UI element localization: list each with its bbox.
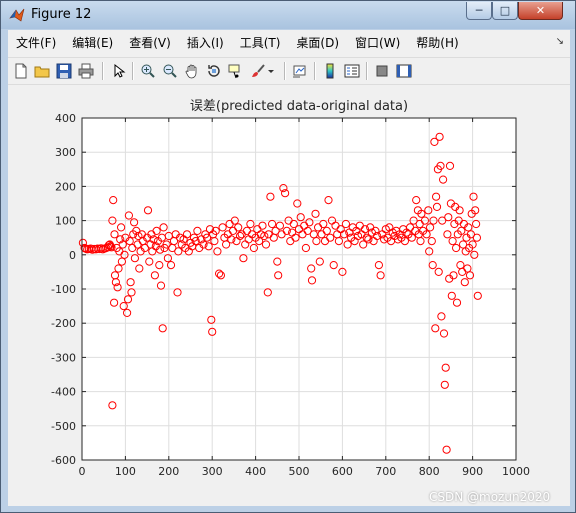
toolbar-separator [366, 62, 368, 80]
link-plot-icon [293, 65, 306, 78]
zoom-in-button[interactable] [138, 61, 158, 81]
figure-toolbar [8, 57, 570, 85]
y-tick-label: 300 [55, 146, 76, 159]
figure-client-area: 文件(F) 编辑(E) 查看(V) 插入(I) 工具(T) 桌面(D) 窗口(W… [8, 30, 570, 506]
menu-file[interactable]: 文件(F) [8, 32, 64, 54]
watermark-text: CSDN @mozun2020 [429, 490, 551, 504]
data-cursor-icon [228, 64, 240, 79]
menu-edit[interactable]: 编辑(E) [64, 32, 121, 54]
y-tick-label: 0 [69, 249, 76, 262]
x-tick-label: 1000 [502, 465, 530, 478]
toolbar-separator [284, 62, 286, 80]
new-figure-button[interactable] [11, 61, 31, 81]
maximize-button[interactable]: □ [492, 2, 518, 20]
menu-bar: 文件(F) 编辑(E) 查看(V) 插入(I) 工具(T) 桌面(D) 窗口(W… [8, 30, 570, 56]
brush-icon [252, 64, 265, 77]
minimize-icon: ─ [475, 4, 483, 17]
chart-title: 误差(predicted data-original data) [190, 99, 408, 114]
rotate-3d-icon [208, 65, 220, 77]
show-plot-tools-button[interactable] [394, 61, 414, 81]
y-tick-label: -600 [51, 454, 76, 467]
title-bar[interactable]: Figure 12 ─ □ ✕ [1, 1, 575, 29]
show-plot-tools-icon [396, 64, 412, 78]
hide-plot-tools-button[interactable] [372, 61, 392, 81]
y-tick-label: 100 [55, 215, 76, 228]
insert-colorbar-button[interactable] [320, 61, 340, 81]
zoom-out-icon [163, 64, 177, 78]
window-title: Figure 12 [31, 7, 92, 22]
y-tick-label: 400 [55, 112, 76, 125]
figure-canvas: 0 100 200 300 400 500 600 700 800 900 1000 400 300 20… [8, 85, 570, 506]
menu-view[interactable]: 查看(V) [121, 32, 179, 54]
edit-plot-button[interactable] [108, 61, 128, 81]
x-tick-label: 100 [115, 465, 136, 478]
menubar-dock-arrow-icon[interactable]: ↘ [556, 36, 564, 47]
figure-window: Figure 12 ─ □ ✕ 文件(F) 编辑(E) 查看(V) 插入(I) … [0, 0, 576, 513]
x-tick-label: 600 [332, 465, 353, 478]
toolbar-separator [132, 62, 134, 80]
brush-dropdown-icon [268, 70, 274, 73]
hide-plot-tools-icon [376, 65, 388, 77]
rotate-3d-button[interactable] [204, 61, 224, 81]
y-tick-label: -300 [51, 351, 76, 364]
pan-button[interactable] [182, 61, 202, 81]
maximize-icon: □ [499, 4, 511, 17]
brush-dropdown-button[interactable] [266, 61, 276, 81]
minimize-button[interactable]: ─ [466, 2, 492, 20]
y-tick-label: -400 [51, 386, 76, 399]
menu-window[interactable]: 窗口(W) [347, 32, 408, 54]
close-button[interactable]: ✕ [518, 2, 563, 20]
save-button[interactable] [54, 61, 74, 81]
insert-legend-button[interactable] [342, 61, 362, 81]
open-file-button[interactable] [32, 61, 52, 81]
matlab-app-icon [9, 8, 25, 22]
y-tick-label: -100 [51, 283, 76, 296]
x-tick-label: 400 [245, 465, 266, 478]
y-tick-label: 200 [55, 180, 76, 193]
x-tick-label: 500 [289, 465, 310, 478]
menu-tools[interactable]: 工具(T) [232, 32, 289, 54]
data-cursor-button[interactable] [226, 61, 246, 81]
menu-desktop[interactable]: 桌面(D) [288, 32, 347, 54]
menu-insert[interactable]: 插入(I) [179, 32, 232, 54]
close-icon: ✕ [535, 4, 546, 17]
print-button[interactable] [76, 61, 96, 81]
menu-help[interactable]: 帮助(H) [408, 32, 466, 54]
open-file-icon [34, 66, 50, 78]
toolbar-separator [314, 62, 316, 80]
y-tick-label: -200 [51, 317, 76, 330]
x-tick-label: 300 [202, 465, 223, 478]
x-tick-label: 700 [375, 465, 396, 478]
pan-hand-icon [185, 64, 197, 79]
new-figure-icon [15, 63, 27, 79]
x-tick-label: 900 [462, 465, 483, 478]
x-tick-label: 200 [158, 465, 179, 478]
save-icon [56, 63, 72, 79]
x-tick-label: 0 [79, 465, 86, 478]
y-tick-label: -500 [51, 420, 76, 433]
edit-plot-arrow-icon [114, 63, 126, 78]
brush-button[interactable] [248, 61, 268, 81]
print-icon [78, 63, 94, 79]
x-tick-label: 800 [419, 465, 440, 478]
link-plot-button[interactable] [290, 61, 310, 81]
insert-colorbar-icon [326, 63, 334, 79]
toolbar-separator [102, 62, 104, 80]
zoom-out-button[interactable] [160, 61, 180, 81]
zoom-in-icon [141, 64, 155, 78]
insert-legend-icon [344, 64, 360, 78]
scatter-chart[interactable]: 0 100 200 300 400 500 600 700 800 900 100040030020… [8, 85, 570, 506]
